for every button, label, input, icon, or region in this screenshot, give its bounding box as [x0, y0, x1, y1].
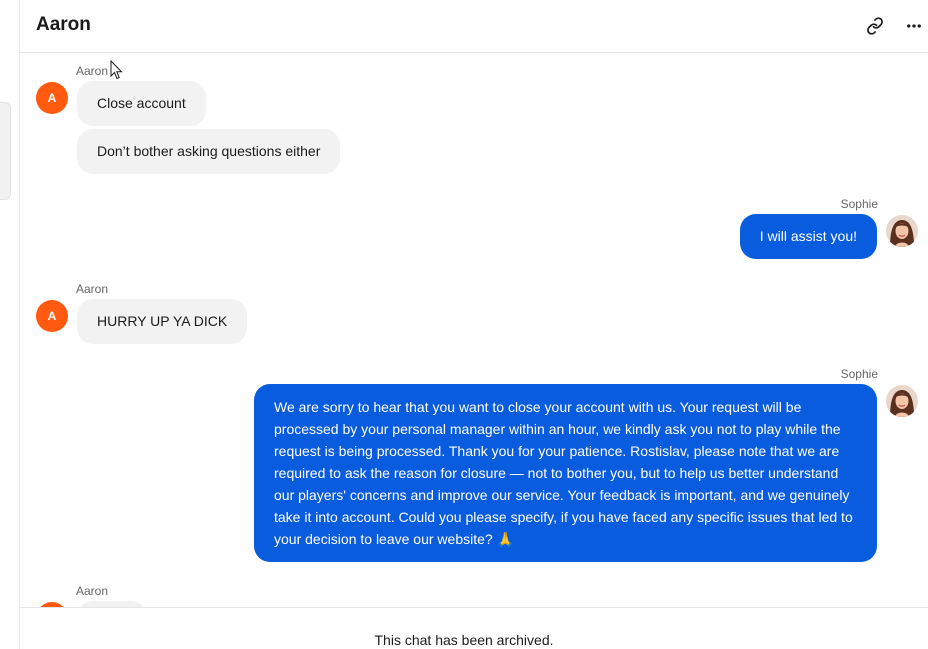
- sender-name: Aaron: [76, 282, 109, 296]
- avatar: [886, 385, 918, 417]
- copy-link-button[interactable]: [862, 13, 888, 39]
- sender-name: Sophie: [840, 197, 878, 211]
- message-bubble: HURRY UP YA DICK: [77, 299, 248, 344]
- archived-status: This chat has been archived.: [374, 632, 554, 648]
- mouse-cursor-icon: [110, 60, 123, 80]
- message-bubble: I will assist you!: [739, 214, 877, 259]
- user-photo-icon: [886, 215, 918, 247]
- message-list[interactable]: Aaron A Close account Don’t bother askin…: [20, 54, 928, 607]
- sender-name: Aaron: [76, 64, 109, 78]
- sender-name: Aaron: [76, 584, 109, 598]
- message-bubble: We are sorry to hear that you want to cl…: [254, 384, 877, 562]
- chat-footer: This chat has been archived.: [20, 607, 928, 649]
- avatar: A: [36, 300, 68, 332]
- avatar: [886, 215, 918, 247]
- more-horizontal-icon: [907, 24, 921, 28]
- link-icon: [867, 17, 883, 35]
- chat-header: Aaron: [20, 0, 928, 53]
- message-bubble: Close account: [77, 81, 206, 126]
- user-photo-icon: [886, 385, 918, 417]
- panel-resize-handle[interactable]: [0, 102, 11, 200]
- avatar: A: [36, 82, 68, 114]
- chat-title: Aaron: [36, 14, 91, 35]
- message-bubble: Don’t bother asking questions either: [77, 129, 341, 174]
- sender-name: Sophie: [840, 367, 878, 381]
- left-panel-edge: [0, 0, 20, 649]
- more-options-button[interactable]: [901, 13, 927, 39]
